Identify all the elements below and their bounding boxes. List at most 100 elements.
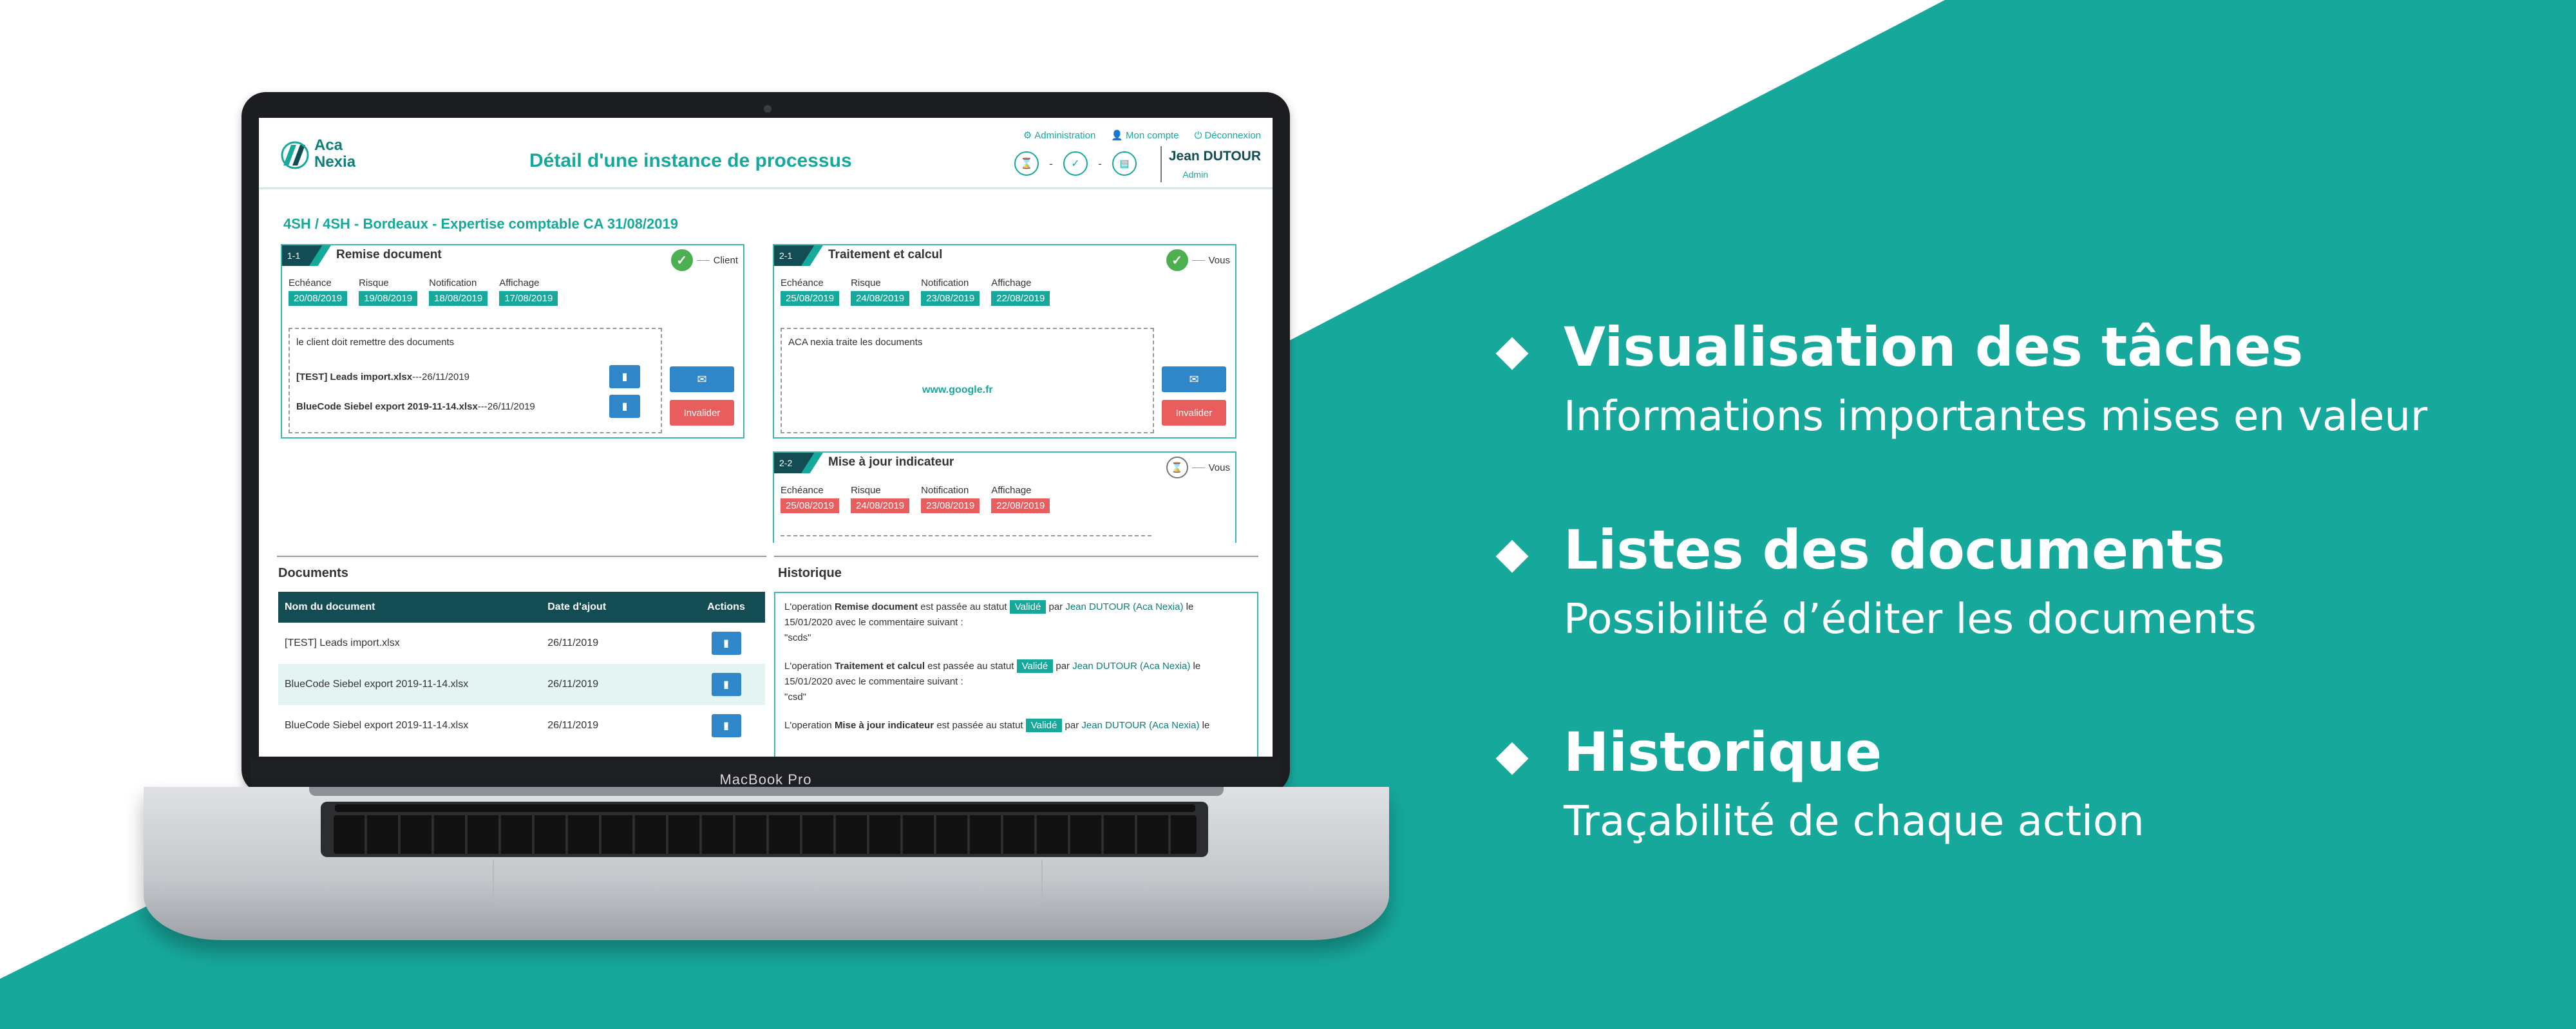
envelope-icon: ✉ [1189, 372, 1199, 386]
documents-header-row: Nom du document Date d'ajout Actions [278, 592, 765, 623]
col-date[interactable]: Date d'ajout [541, 592, 688, 623]
hourglass-icon: ⌛ [1166, 457, 1188, 478]
logo-text: Aca Nexia [314, 137, 355, 171]
email-button[interactable]: ✉ [1162, 366, 1226, 392]
invalidate-button[interactable]: Invalider [670, 400, 734, 426]
notification-date-chip: 23/08/2019 [921, 291, 980, 306]
email-button[interactable]: ✉ [670, 366, 734, 392]
laptop-screen: Aca Nexia Détail d'une instance de proce… [259, 118, 1273, 757]
feature-title-3: Historique [1564, 721, 1882, 784]
task-card-remise-document: 1-1 Remise document ✓ Client Echéance 20/… [281, 244, 744, 439]
notification-date-chip: 18/08/2019 [429, 291, 488, 306]
logout-link[interactable]: ⏻ Déconnexion [1195, 129, 1261, 141]
document-icon[interactable]: ▤ [1112, 151, 1137, 176]
logo-line1: Aca [314, 137, 343, 154]
display-field: Affichage 22/08/2019 [991, 278, 1050, 306]
file-icon: ▮ [621, 401, 628, 412]
status-label: Vous [1208, 254, 1230, 266]
notification-field: Notification 18/08/2019 [429, 278, 488, 306]
col-name[interactable]: Nom du document [278, 592, 542, 623]
task-description-box: le client doit remettre des documents [T… [289, 328, 662, 433]
laptop-chin: MacBook Pro [251, 759, 1280, 788]
table-row[interactable]: BlueCode Siebel export 2019-11-14.xlsx 2… [278, 705, 765, 746]
app-header: Aca Nexia Détail d'une instance de proce… [259, 118, 1273, 189]
top-links: ⚙ Administration 👤 Mon compte ⏻ Déconnexion [1023, 129, 1261, 142]
hourglass-icon[interactable]: ⌛ [1014, 151, 1039, 176]
clipboard-check-icon[interactable]: ✓ [1063, 151, 1088, 176]
task-dates: Echéance 25/08/2019 Risque 24/08/2019 Noti… [781, 278, 1050, 306]
account-link[interactable]: 👤 Mon compte [1111, 129, 1179, 142]
file-icon: ▮ [621, 372, 628, 382]
download-button[interactable]: ▮ [711, 714, 741, 737]
gear-icon: ⚙ [1023, 130, 1032, 141]
risk-date-chip: 24/08/2019 [851, 498, 910, 513]
task-status: ✓ Client [670, 249, 738, 271]
file-icon: ▮ [723, 679, 729, 690]
documents-title: Documents [278, 566, 348, 580]
laptop-hinge [309, 787, 1224, 796]
feature-subtitle-1: Informations importantes mises en valeur [1564, 393, 2428, 440]
table-row[interactable]: BlueCode Siebel export 2019-11-14.xlsx 2… [278, 664, 765, 705]
doc-file-button[interactable]: ▮ [609, 365, 640, 388]
task-doc-line: BlueCode Siebel export 2019-11-14.xlsx--… [296, 401, 535, 412]
status-line [696, 260, 710, 261]
col-actions: Actions [687, 592, 765, 623]
notification-date-chip: 23/08/2019 [921, 498, 980, 513]
display-field: Affichage 17/08/2019 [499, 278, 558, 306]
display-date-chip: 17/08/2019 [499, 291, 558, 306]
task-description-box [781, 535, 1151, 536]
task-doc-line: [TEST] Leads import.xlsx---26/11/2019 [296, 372, 470, 382]
doc-file-button[interactable]: ▮ [609, 395, 640, 418]
header-divider [1160, 146, 1162, 182]
laptop-model-label: MacBook Pro [719, 771, 812, 788]
display-field: Affichage 22/08/2019 [991, 485, 1050, 513]
history-entry: L'operation Remise document est passée a… [784, 600, 1194, 643]
notification-field: Notification 23/08/2019 [921, 278, 980, 306]
task-title: Mise à jour indicateur [828, 455, 954, 469]
check-icon: ✓ [1166, 249, 1188, 271]
task-description-box: ACA nexia traite les documents www.googl… [781, 328, 1154, 433]
history-entry: L'operation Traitement et calcul est pas… [784, 659, 1201, 703]
user-name: Jean DUTOUR [1168, 149, 1261, 164]
logo-line2: Nexia [314, 153, 356, 171]
check-icon: ✓ [670, 249, 693, 271]
feature-subtitle-3: Traçabilité de chaque action [1564, 798, 2145, 845]
task-title: Traitement et calcul [828, 248, 943, 261]
status-label: Vous [1208, 462, 1230, 473]
feature-subtitle-2: Possibilité d’éditer les documents [1564, 596, 2257, 643]
table-row[interactable]: [TEST] Leads import.xlsx 26/11/2019 ▮ [278, 623, 765, 664]
due-date-chip: 25/08/2019 [781, 498, 840, 513]
task-status: ⌛ Vous [1166, 457, 1230, 478]
history-title: Historique [778, 566, 842, 580]
camera-icon [764, 105, 772, 113]
file-icon: ▮ [723, 638, 729, 649]
risk-field: Risque 19/08/2019 [359, 278, 418, 306]
status-label: Client [713, 254, 738, 266]
status-line [1191, 467, 1205, 468]
user-icon: 👤 [1111, 130, 1124, 141]
icon-separator: - [1049, 156, 1053, 170]
history-divider [774, 556, 1258, 557]
breadcrumb: 4SH / 4SH - Bordeaux - Expertise comptab… [283, 216, 678, 232]
task-link[interactable]: www.google.fr [922, 384, 993, 396]
due-date-chip: 20/08/2019 [289, 291, 348, 306]
power-icon: ⏻ [1194, 129, 1202, 141]
notification-field: Notification 23/08/2019 [921, 485, 980, 513]
keyboard-keys [334, 815, 1197, 854]
header-status-icons: ⌛ - ✓ - ▤ [1014, 151, 1137, 176]
invalidate-button[interactable]: Invalider [1162, 400, 1226, 426]
history-panel: L'operation Remise document est passée a… [774, 592, 1258, 757]
risk-field: Risque 24/08/2019 [851, 485, 910, 513]
download-button[interactable]: ▮ [711, 673, 741, 696]
documents-divider [277, 556, 766, 557]
download-button[interactable]: ▮ [711, 632, 741, 655]
display-date-chip: 22/08/2019 [991, 498, 1050, 513]
task-description: le client doit remettre des documents [296, 337, 455, 348]
admin-link[interactable]: ⚙ Administration [1023, 129, 1096, 142]
feature-title-2: Listes des documents [1564, 518, 2225, 581]
task-status: ✓ Vous [1166, 249, 1230, 271]
page-title: Détail d'une instance de processus [529, 150, 852, 171]
touch-bar [335, 804, 1195, 812]
icon-separator: - [1098, 156, 1102, 170]
file-icon: ▮ [723, 721, 729, 732]
